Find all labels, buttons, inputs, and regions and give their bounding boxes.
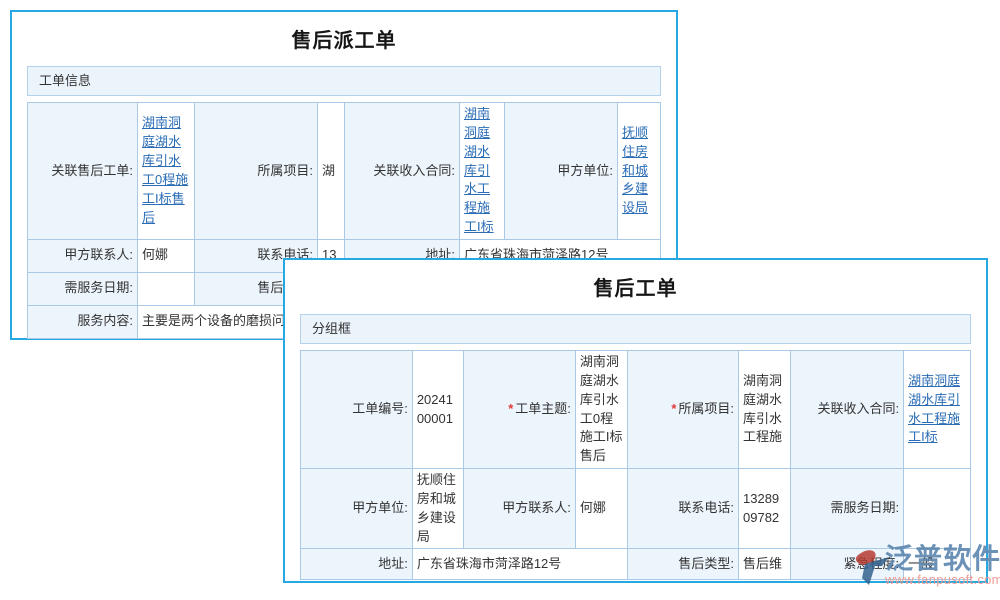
field-value-phone: 1328909782: [739, 469, 791, 549]
field-label-client-unit: 甲方单位:: [301, 469, 413, 549]
dispatch-section-header: 工单信息: [27, 66, 661, 96]
income-contract-link[interactable]: 湖南洞庭湖水库引水工程施工I标: [908, 373, 960, 445]
field-label-project: *所属项目:: [628, 351, 739, 469]
field-label-phone: 联系电话:: [628, 469, 739, 549]
field-value-order-subject: 湖南洞庭湖水库引水工0程施工I标售后: [575, 351, 627, 469]
field-value-related-service-order: 湖南洞庭湖水库引水工0程施工I标售后: [138, 103, 195, 240]
field-label-service-type: 售后类型:: [628, 549, 739, 580]
workorder-window-title: 售后工单: [285, 260, 986, 314]
field-value-service-date: [138, 272, 195, 305]
field-value-address: 广东省珠海市菏泽路12号: [412, 549, 627, 580]
field-label-urgency: 紧急程度:: [791, 549, 904, 580]
field-label-service-date: 需服务日期:: [791, 469, 904, 549]
field-label-income-contract: 关联收入合同:: [791, 351, 904, 469]
field-value-service-date: [904, 469, 971, 549]
field-label-project: 所属项目:: [195, 103, 318, 240]
field-label-service-date: 需服务日期:: [28, 272, 138, 305]
field-label-order-subject: *工单主题:: [464, 351, 576, 469]
field-value-service-type: 售后维: [739, 549, 791, 580]
field-value-client-contact: 何娜: [575, 469, 627, 549]
service-workorder-window: 售后工单 分组框 工单编号: 2024100001 *工单主题: 湖南洞庭湖水库…: [283, 258, 988, 583]
field-value-urgency: 一般: [904, 549, 971, 580]
field-value-project: 湖南洞庭湖水库引水工程施: [739, 351, 791, 469]
field-value-project: 湖: [318, 103, 345, 240]
workorder-section-header: 分组框: [300, 314, 971, 344]
table-row: 关联售后工单: 湖南洞庭湖水库引水工0程施工I标售后 所属项目: 湖 关联收入合…: [28, 103, 661, 240]
field-value-income-contract: 湖南洞庭湖水库引水工程施工I标: [460, 103, 505, 240]
income-contract-link[interactable]: 湖南洞庭湖水库引水工程施工I标: [464, 106, 494, 234]
field-label-related-service-order: 关联售后工单:: [28, 103, 138, 240]
field-value-client-unit: 抚顺住房和城乡建设局: [618, 103, 661, 240]
workorder-form-table: 工单编号: 2024100001 *工单主题: 湖南洞庭湖水库引水工0程施工I标…: [300, 350, 971, 580]
table-row: 工单编号: 2024100001 *工单主题: 湖南洞庭湖水库引水工0程施工I标…: [301, 351, 971, 469]
field-label-client-unit: 甲方单位:: [505, 103, 618, 240]
field-label-order-number: 工单编号:: [301, 351, 413, 469]
client-unit-link[interactable]: 抚顺住房和城乡建设局: [622, 125, 648, 215]
related-service-order-link[interactable]: 湖南洞庭湖水库引水工0程施工I标售后: [142, 115, 188, 224]
required-asterisk: *: [508, 401, 513, 416]
field-value-income-contract: 湖南洞庭湖水库引水工程施工I标: [904, 351, 971, 469]
table-row: 地址: 广东省珠海市菏泽路12号 售后类型: 售后维 紧急程度: 一般: [301, 549, 971, 580]
field-value-client-contact: 何娜: [138, 239, 195, 272]
field-label-income-contract: 关联收入合同:: [345, 103, 460, 240]
dispatch-window-title: 售后派工单: [12, 12, 676, 66]
order-subject-label-text: 工单主题:: [515, 401, 571, 416]
table-row: 甲方单位: 抚顺住房和城乡建设局 甲方联系人: 何娜 联系电话: 1328909…: [301, 469, 971, 549]
field-label-address: 地址:: [301, 549, 413, 580]
field-label-service-content: 服务内容:: [28, 305, 138, 338]
project-label-text: 所属项目:: [678, 401, 734, 416]
field-value-order-number: 2024100001: [412, 351, 463, 469]
field-label-client-contact: 甲方联系人:: [464, 469, 576, 549]
field-label-client-contact: 甲方联系人:: [28, 239, 138, 272]
field-value-client-unit: 抚顺住房和城乡建设局: [412, 469, 463, 549]
required-asterisk: *: [671, 401, 676, 416]
